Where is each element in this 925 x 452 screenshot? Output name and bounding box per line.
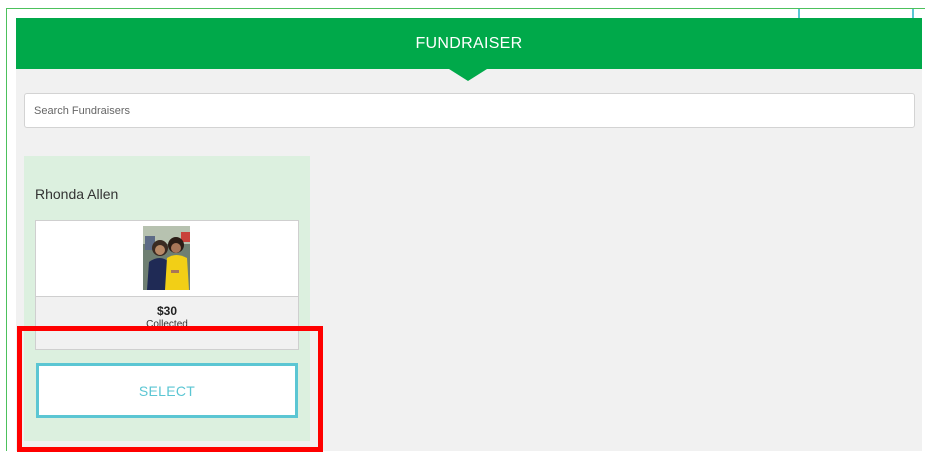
section-header: FUNDRAISER <box>16 18 922 69</box>
section-title: FUNDRAISER <box>415 34 523 52</box>
fundraiser-photo <box>143 226 190 290</box>
fundraiser-photo-frame <box>35 220 299 296</box>
select-button-label: SELECT <box>138 382 196 399</box>
search-input[interactable] <box>24 93 915 128</box>
fundraiser-card: Rhonda Allen $30 Collected SELECT <box>24 156 310 441</box>
caret-down-icon <box>449 69 487 81</box>
amount-value: $30 <box>156 304 178 318</box>
amount-collected-box: $30 Collected <box>35 296 299 350</box>
fundraiser-name: Rhonda Allen <box>35 186 119 202</box>
select-button[interactable]: SELECT <box>36 363 298 418</box>
amount-label: Collected <box>146 319 188 330</box>
